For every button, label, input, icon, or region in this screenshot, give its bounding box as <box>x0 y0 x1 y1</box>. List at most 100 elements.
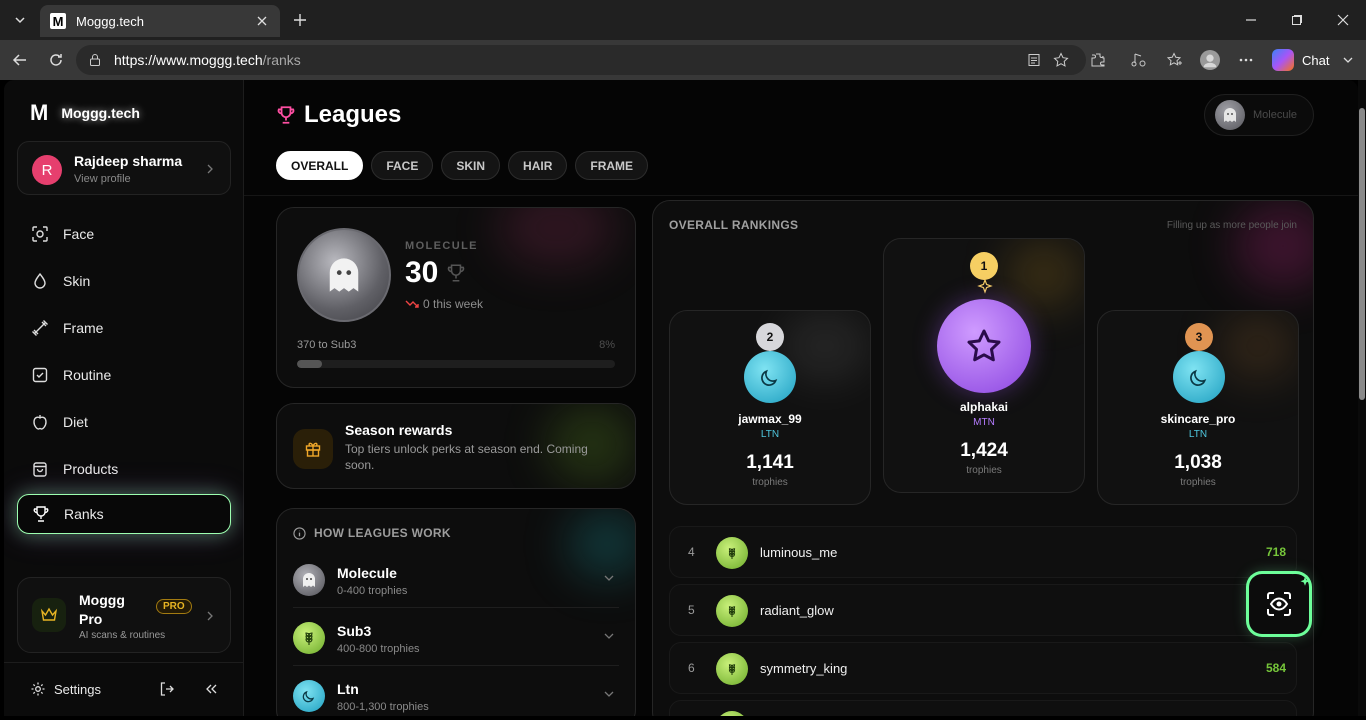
browser-tab-bar: M Moggg.tech <box>0 0 1366 40</box>
logout-icon[interactable] <box>159 681 175 697</box>
league-tabs: OVERALL FACE SKIN HAIR FRAME <box>276 151 649 180</box>
chevron-right-icon <box>204 610 216 622</box>
leaderboard-row[interactable]: 4 luminous_me 718 <box>669 526 1297 578</box>
copilot-chat-button[interactable]: Chat <box>1268 46 1360 74</box>
row-rank: 4 <box>688 545 695 559</box>
profile-name: Rajdeep sharma <box>74 153 183 169</box>
wheat-icon <box>716 653 748 685</box>
more-options-icon[interactable] <box>1236 50 1256 70</box>
row-username: symmetry_king <box>760 661 848 676</box>
wheat-icon <box>716 711 748 716</box>
new-tab-button[interactable] <box>290 10 310 30</box>
settings-label: Settings <box>54 681 101 697</box>
leaderboard-row[interactable]: 6 symmetry_king 584 <box>669 642 1297 694</box>
rank-medal-silver: 2 <box>756 323 784 351</box>
refresh-button[interactable] <box>46 50 66 70</box>
panel-glow <box>1233 201 1313 291</box>
ghost-icon <box>1215 100 1245 130</box>
sidebar-item-label: Face <box>63 226 95 242</box>
wheat-icon <box>716 595 748 627</box>
profile-card[interactable]: R Rajdeep sharma View profile <box>17 141 231 195</box>
tab-frame[interactable]: FRAME <box>575 151 649 180</box>
tab-hair[interactable]: HAIR <box>508 151 568 180</box>
season-title: Season rewards <box>345 422 453 438</box>
season-subtitle: Top tiers unlock perks at season end. Co… <box>345 442 588 472</box>
sidebar-item-face[interactable]: Face <box>17 214 231 254</box>
maximize-button[interactable] <box>1287 10 1307 30</box>
trend-down-icon <box>405 300 419 308</box>
brand[interactable]: M Moggg.tech <box>30 100 140 126</box>
sparkle-icon <box>1297 574 1313 590</box>
tab-face[interactable]: FACE <box>371 151 434 180</box>
league-row-molecule[interactable]: Molecule 0-400 trophies <box>293 550 619 608</box>
progress-fill <box>297 360 323 368</box>
chevron-down-icon <box>603 630 615 642</box>
tab-title: Moggg.tech <box>76 13 144 29</box>
close-window-button[interactable] <box>1333 10 1353 30</box>
extensions-icon[interactable] <box>1088 50 1108 70</box>
podium-trophies-label: trophies <box>1180 477 1216 488</box>
moggg-pro-card[interactable]: Moggg Pro PRO AI scans & routines <box>17 577 231 653</box>
podium-score: 1,424 <box>960 440 1008 461</box>
reader-mode-icon[interactable] <box>1026 52 1042 68</box>
league-range: 0-400 trophies <box>337 585 408 597</box>
tab-list-button[interactable] <box>6 6 34 34</box>
dumbbell-icon <box>31 319 49 337</box>
chat-label: Chat <box>1302 52 1330 68</box>
info-icon <box>293 526 306 540</box>
league-row-ltn[interactable]: Ltn 800-1,300 trophies <box>293 666 619 716</box>
trophy-score: 30 <box>405 256 466 290</box>
sidebar-item-frame[interactable]: Frame <box>17 308 231 348</box>
sidebar-item-diet[interactable]: Diet <box>17 402 231 442</box>
podium-league-tag: LTN <box>760 429 780 440</box>
podium-card-rank-1[interactable]: 1 alphakai MTN 1,424 trophies <box>883 238 1085 493</box>
page-scrollbar[interactable] <box>1358 80 1366 716</box>
browser-tab[interactable]: M Moggg.tech <box>40 5 280 37</box>
tab-skin[interactable]: SKIN <box>441 151 501 180</box>
site-favicon: M <box>50 13 66 29</box>
trophy-icon <box>32 505 50 523</box>
plus-icon <box>294 14 306 26</box>
address-bar[interactable]: https://www.moggg.tech/ranks <box>76 45 1086 75</box>
leaderboard-row[interactable] <box>669 700 1297 716</box>
page-title-text: Leagues <box>304 101 402 128</box>
copilot-icon <box>1272 49 1294 71</box>
brand-name: Moggg.tech <box>61 105 140 121</box>
close-tab-icon[interactable] <box>254 13 270 29</box>
scrollbar-thumb[interactable] <box>1359 108 1365 400</box>
card-glow <box>1004 239 1084 309</box>
rankings-subtitle: Filling up as more people join <box>1166 220 1297 231</box>
profile-avatar-icon[interactable] <box>1200 50 1220 70</box>
tab-overall[interactable]: OVERALL <box>276 151 364 180</box>
settings-button[interactable]: Settings <box>30 681 101 697</box>
current-league-pill[interactable]: Molecule <box>1204 94 1314 136</box>
sidebar-item-label: Diet <box>63 414 88 430</box>
league-name: Sub3 <box>337 623 372 639</box>
score-value: 30 <box>405 256 439 289</box>
favorites-icon[interactable] <box>1165 50 1185 70</box>
crown-icon <box>32 598 66 632</box>
podium-league-tag: MTN <box>973 417 995 428</box>
league-name: Ltn <box>337 681 359 697</box>
sidebar-item-routine[interactable]: Routine <box>17 355 231 395</box>
row-score: 584 <box>1265 661 1286 675</box>
podium-score: 1,038 <box>1174 452 1222 473</box>
leaderboard-row[interactable]: 5 radiant_glow <box>669 584 1297 636</box>
favorite-star-icon[interactable] <box>1053 52 1069 68</box>
sidebar-item-skin[interactable]: Skin <box>17 261 231 301</box>
how-leagues-title: HOW LEAGUES WORK <box>293 526 451 540</box>
league-row-sub3[interactable]: Sub3 400-800 trophies <box>293 608 619 666</box>
podium-card-rank-3[interactable]: 3 skincare_pro LTN 1,038 trophies <box>1097 310 1299 505</box>
page-title: Leagues <box>276 101 401 129</box>
ghost-icon <box>329 258 359 292</box>
sidebar-item-products[interactable]: Products <box>17 449 231 489</box>
card-glow <box>1218 311 1298 381</box>
podium-card-rank-2[interactable]: 2 jawmax_99 LTN 1,141 trophies <box>669 310 871 505</box>
trophy-icon <box>448 264 465 282</box>
back-button[interactable] <box>10 50 30 70</box>
podium-score: 1,141 <box>746 452 794 473</box>
minimize-button[interactable] <box>1241 10 1261 30</box>
music-collections-icon[interactable] <box>1129 50 1149 70</box>
sidebar-item-ranks[interactable]: Ranks <box>17 494 231 534</box>
collapse-sidebar-icon[interactable] <box>203 681 219 697</box>
